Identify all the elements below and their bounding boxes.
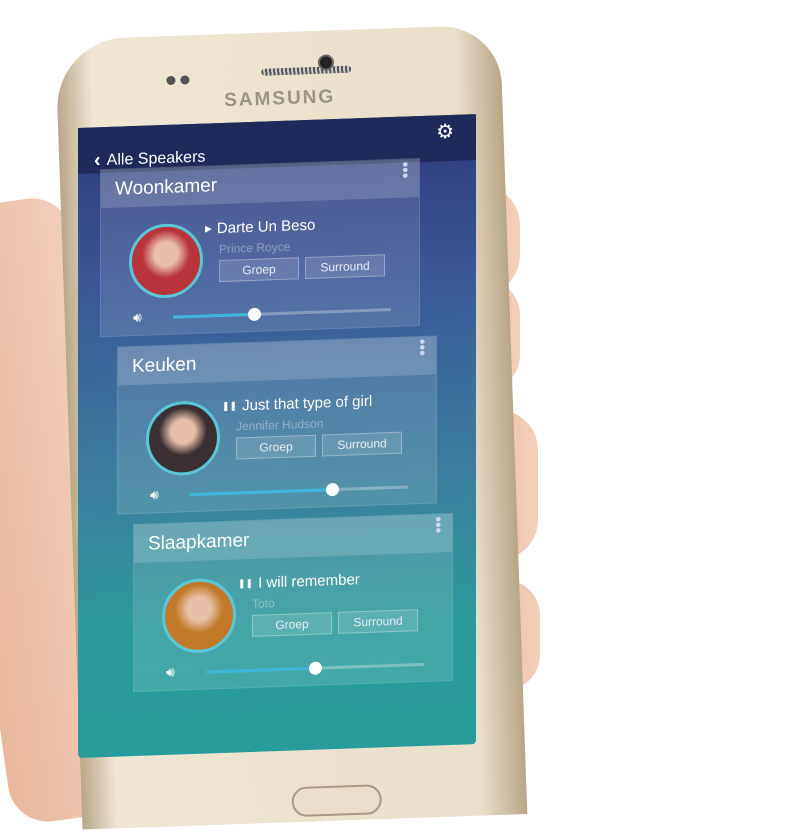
album-art bbox=[129, 222, 203, 300]
volume-knob[interactable] bbox=[309, 661, 322, 675]
volume-fill bbox=[206, 666, 315, 674]
volume-icon: 🔊︎ bbox=[133, 308, 142, 326]
room-name: Slaapkamer bbox=[134, 513, 452, 564]
volume-fill bbox=[190, 488, 332, 497]
surround-button[interactable]: Surround bbox=[305, 254, 385, 280]
sensor bbox=[180, 75, 190, 85]
volume-knob[interactable] bbox=[325, 482, 339, 497]
group-button[interactable]: Groep bbox=[236, 434, 316, 460]
track-artist: Prince Royce bbox=[219, 239, 291, 257]
pause-icon[interactable]: ❚❚ bbox=[222, 400, 237, 412]
album-art bbox=[162, 577, 236, 655]
track-artist: Jennifer Hudson bbox=[236, 416, 324, 434]
volume-fill bbox=[173, 312, 254, 319]
room-card: Woonkamer ••• ▶ Darte Un Beso Prince Roy… bbox=[100, 158, 420, 338]
now-playing: ❚❚ Just that type of girl bbox=[222, 393, 372, 415]
home-button[interactable] bbox=[291, 784, 383, 818]
volume-icon: 🔊︎ bbox=[166, 663, 175, 680]
app-screen: ‹ Alle Speakers ⚙ Woonkamer ••• ▶ Darte … bbox=[78, 114, 476, 758]
track-artist: Toto bbox=[252, 596, 275, 611]
room-card: Slaapkamer ••• ❚❚ I will remember Toto G… bbox=[133, 512, 453, 693]
room-card: Keuken ••• ❚❚ Just that type of girl Jen… bbox=[117, 335, 437, 515]
volume-slider[interactable] bbox=[190, 482, 408, 497]
track-title: I will remember bbox=[258, 571, 360, 592]
volume-slider[interactable] bbox=[173, 307, 391, 322]
album-art bbox=[146, 400, 220, 477]
volume-knob[interactable] bbox=[247, 307, 261, 322]
track-title: Darte Un Beso bbox=[216, 216, 316, 238]
volume-icon: 🔊︎ bbox=[150, 486, 159, 503]
play-icon[interactable]: ▶ bbox=[205, 223, 212, 234]
earpiece bbox=[261, 65, 352, 76]
now-playing: ▶ Darte Un Beso bbox=[205, 217, 315, 238]
brand-logo: SAMSUNG bbox=[223, 86, 336, 112]
group-button[interactable]: Groep bbox=[252, 612, 332, 637]
sensor bbox=[166, 75, 176, 86]
more-icon[interactable]: ••• bbox=[396, 161, 413, 178]
group-button[interactable]: Groep bbox=[219, 257, 299, 283]
surround-button[interactable]: Surround bbox=[338, 609, 418, 634]
gear-icon[interactable]: ⚙ bbox=[436, 119, 454, 145]
pause-icon[interactable]: ❚❚ bbox=[238, 578, 253, 590]
volume-slider[interactable] bbox=[206, 661, 424, 675]
now-playing: ❚❚ I will remember bbox=[238, 571, 360, 592]
more-icon[interactable]: ••• bbox=[429, 516, 446, 533]
room-name: Keuken bbox=[118, 336, 436, 386]
more-icon[interactable]: ••• bbox=[413, 339, 430, 356]
track-title: Just that type of girl bbox=[242, 392, 373, 415]
surround-button[interactable]: Surround bbox=[322, 431, 402, 457]
